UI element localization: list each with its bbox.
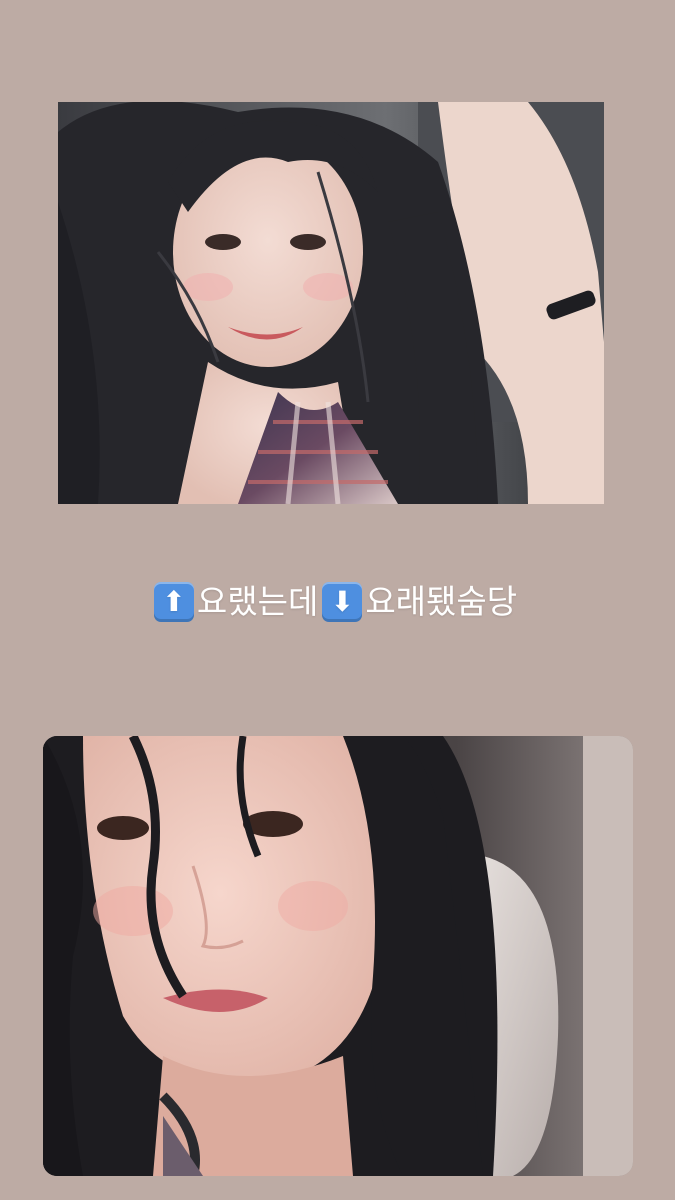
story-canvas: ⬆ 요랬는데 ⬇ 요래됐숨당 (0, 0, 675, 1200)
story-caption: ⬆ 요랬는데 ⬇ 요래됐숨당 (0, 576, 675, 628)
photo-top (58, 102, 604, 504)
caption-text-after: 요래됐숨당 (365, 582, 518, 621)
up-arrow-emoji-icon: ⬆ (153, 582, 194, 622)
caption-text-before: 요랬는데 (196, 582, 319, 621)
photo-bottom (43, 736, 633, 1176)
photo-top-image (58, 102, 604, 504)
photo-bottom-image (43, 736, 633, 1176)
down-arrow-emoji-icon: ⬇ (322, 582, 363, 622)
